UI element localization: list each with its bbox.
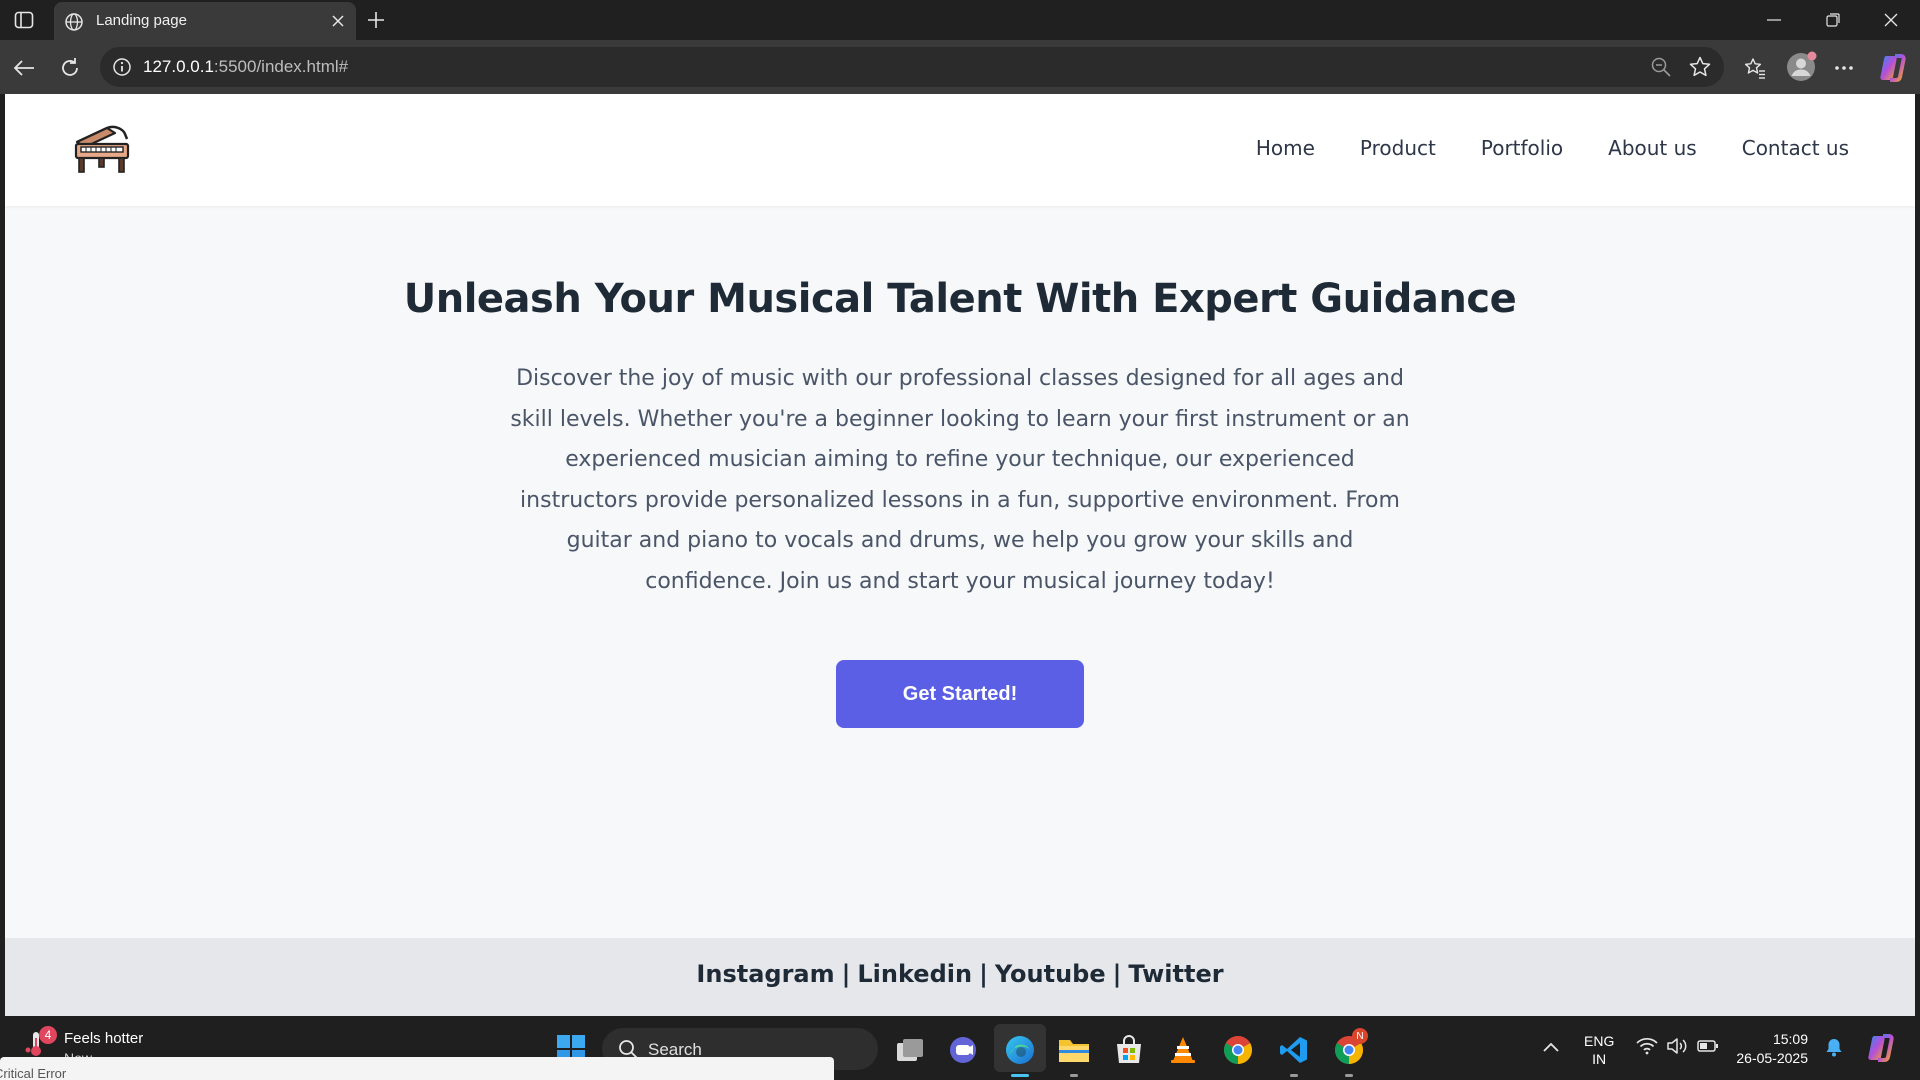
piano-logo-icon[interactable]	[71, 120, 131, 180]
vlc-icon[interactable]	[1167, 1034, 1199, 1066]
footer-separator: |	[841, 960, 851, 988]
refresh-icon[interactable]	[56, 54, 84, 82]
globe-icon	[64, 12, 84, 32]
favorite-star-icon[interactable]	[1688, 55, 1712, 79]
nav-portfolio[interactable]: Portfolio	[1481, 136, 1563, 160]
chrome-profile-badge: N	[1352, 1028, 1368, 1044]
running-app-indicator	[1070, 1074, 1078, 1077]
nav-about-us[interactable]: About us	[1608, 136, 1697, 160]
youtube-link[interactable]: Youtube	[995, 960, 1106, 988]
copilot-taskbar-icon[interactable]	[1864, 1032, 1896, 1064]
vscode-icon[interactable]	[1278, 1034, 1310, 1066]
running-app-indicator	[1290, 1074, 1298, 1077]
error-toast[interactable]: Critical Error	[0, 1057, 834, 1080]
url-text[interactable]: 127.0.0.1:5500/index.html#	[143, 57, 348, 77]
language-code: ENG	[1584, 1033, 1615, 1049]
chevron-up-icon[interactable]	[1542, 1040, 1560, 1054]
twitter-link[interactable]: Twitter	[1128, 960, 1223, 988]
notification-bell-icon[interactable]	[1824, 1036, 1844, 1058]
teams-chat-icon[interactable]	[947, 1034, 979, 1066]
url-path: :5500/index.html#	[213, 57, 349, 76]
restore-icon[interactable]	[1819, 8, 1847, 32]
instagram-link[interactable]: Instagram	[696, 960, 834, 988]
task-view-icon[interactable]	[894, 1034, 926, 1066]
linkedin-link[interactable]: Linkedin	[857, 960, 972, 988]
more-options-icon[interactable]	[1830, 54, 1858, 82]
battery-icon[interactable]	[1697, 1036, 1719, 1056]
weather-title[interactable]: Feels hotter	[64, 1030, 143, 1047]
url-host: 127.0.0.1	[143, 57, 214, 76]
browser-tab[interactable]: Landing page	[54, 2, 356, 40]
wifi-icon[interactable]	[1636, 1036, 1658, 1056]
hero-title: Unleash Your Musical Talent With Expert …	[403, 276, 1517, 322]
search-icon	[618, 1039, 638, 1059]
site-header: Home Product Portfolio About us Contact …	[5, 94, 1915, 206]
nav-product[interactable]: Product	[1360, 136, 1436, 160]
volume-icon[interactable]	[1666, 1036, 1688, 1056]
error-toast-text: Critical Error	[0, 1066, 67, 1080]
main-nav: Home Product Portfolio About us Contact …	[1256, 136, 1849, 160]
new-tab-icon[interactable]	[364, 8, 388, 32]
running-app-indicator	[1345, 1074, 1353, 1077]
hero-description: Discover the joy of music with our profe…	[510, 366, 1410, 594]
region-code: IN	[1592, 1051, 1607, 1067]
weather-badge: 4	[39, 1026, 57, 1044]
tab-title: Landing page	[96, 12, 187, 29]
site-info-icon[interactable]	[112, 57, 132, 77]
clock-date: 26-05-2025	[1736, 1050, 1808, 1066]
nav-contact-us[interactable]: Contact us	[1742, 136, 1849, 160]
active-app-indicator	[1011, 1074, 1029, 1077]
minimize-icon[interactable]	[1760, 8, 1788, 32]
browser-tab-bar: Landing page	[0, 0, 1920, 40]
close-window-icon[interactable]	[1877, 8, 1905, 32]
site-footer: Instagram | Linkedin | Youtube | Twitter	[5, 938, 1915, 1016]
microsoft-store-icon[interactable]	[1113, 1034, 1145, 1066]
file-explorer-icon[interactable]	[1058, 1034, 1090, 1066]
clock-time: 15:09	[1772, 1031, 1808, 1047]
favorites-icon[interactable]	[1741, 54, 1769, 82]
tab-actions-icon[interactable]	[12, 9, 36, 31]
zoom-out-icon[interactable]	[1650, 56, 1672, 78]
social-links: Instagram | Linkedin | Youtube | Twitter	[5, 960, 1915, 988]
nav-home[interactable]: Home	[1256, 136, 1315, 160]
get-started-button[interactable]: Get Started!	[836, 660, 1084, 728]
footer-separator: |	[1112, 960, 1122, 988]
edge-browser-icon[interactable]	[1004, 1034, 1036, 1066]
copilot-icon[interactable]	[1876, 52, 1908, 84]
profile-avatar-icon[interactable]	[1784, 50, 1818, 84]
close-tab-icon[interactable]	[328, 11, 348, 31]
chrome-icon[interactable]	[1222, 1034, 1254, 1066]
page-viewport: Home Product Portfolio About us Contact …	[5, 94, 1915, 1016]
address-bar[interactable]: 127.0.0.1:5500/index.html#	[100, 47, 1724, 87]
system-clock[interactable]: 15:09 26-05-2025	[1734, 1030, 1808, 1068]
browser-toolbar: 127.0.0.1:5500/index.html#	[0, 40, 1920, 94]
back-icon[interactable]	[10, 54, 38, 82]
footer-separator: |	[979, 960, 988, 988]
language-indicator[interactable]: ENG IN	[1584, 1032, 1614, 1068]
